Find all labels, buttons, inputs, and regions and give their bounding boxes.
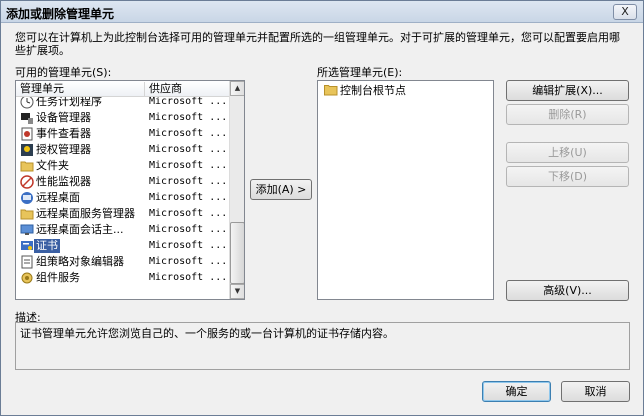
snapin-vendor: Microsoft ... — [149, 272, 228, 283]
intro-text: 您可以在计算机上为此控制台选择可用的管理单元并配置所选的一组管理单元。对于可扩展… — [15, 31, 620, 57]
column-header-vendor[interactable]: 供应商 — [145, 82, 230, 96]
folder-icon — [324, 85, 338, 96]
ok-button[interactable]: 确定 — [482, 381, 551, 402]
snapin-vendor: Microsoft ... — [149, 144, 228, 155]
scroll-down-icon[interactable]: ▼ — [230, 284, 244, 299]
window-title: 添加或删除管理单元 — [6, 7, 115, 21]
move-up-button[interactable]: 上移(U) — [506, 142, 629, 163]
snapin-name: 任务计划程序 — [36, 95, 102, 108]
add-remove-snapins-dialog: 添加或删除管理单元 X 您可以在计算机上为此控制台选择可用的管理单元并配置所选的… — [0, 0, 644, 416]
group-policy-icon — [21, 255, 33, 269]
snapin-row-device-manager[interactable]: 设备管理器 Microsoft ... — [16, 110, 230, 126]
advanced-button[interactable]: 高级(V)... — [506, 280, 629, 301]
selected-snapins-list[interactable]: 控制台根节点 — [317, 80, 494, 300]
snapin-name: 性能监视器 — [36, 175, 91, 188]
snapin-vendor: Microsoft ... — [149, 112, 228, 123]
list-header: 管理单元 供应商 — [16, 81, 230, 97]
snapin-row-group-policy[interactable]: 组策略对象编辑器 Microsoft ... — [16, 254, 230, 270]
add-button[interactable]: 添加(A) > — [250, 179, 312, 200]
snapin-name: 设备管理器 — [36, 111, 91, 124]
snapin-row-remote-desktop[interactable]: 远程桌面 Microsoft ... — [16, 190, 230, 206]
edit-extensions-button[interactable]: 编辑扩展(X)... — [506, 80, 629, 101]
scroll-up-icon[interactable]: ▲ — [230, 81, 244, 96]
snapin-name: 远程桌面会话主... — [36, 223, 124, 236]
snapin-row-folder[interactable]: 文件夹 Microsoft ... — [16, 158, 230, 174]
scroll-thumb[interactable] — [230, 222, 244, 284]
snapin-row-authorization-manager[interactable]: 授权管理器 Microsoft ... — [16, 142, 230, 158]
selected-snapins-label: 所选管理单元(E): — [317, 66, 403, 79]
certificate-icon — [21, 241, 33, 250]
snapin-vendor: Microsoft ... — [149, 256, 228, 267]
snapin-vendor: Microsoft ... — [149, 160, 228, 171]
snapin-name: 文件夹 — [36, 159, 69, 172]
event-viewer-icon — [21, 127, 33, 141]
snapin-vendor: Microsoft ... — [149, 96, 228, 107]
vertical-scrollbar[interactable]: ▲ ▼ — [229, 81, 244, 299]
description-text: 证书管理单元允许您浏览自己的、一个服务的或一台计算机的证书存储内容。 — [20, 327, 394, 340]
snapin-row-component-services[interactable]: 组件服务 Microsoft ... — [16, 270, 230, 286]
authorization-manager-icon — [21, 144, 33, 156]
move-down-button[interactable]: 下移(D) — [506, 166, 629, 187]
available-snapins-label: 可用的管理单元(S): — [15, 66, 112, 79]
snapin-vendor: Microsoft ... — [149, 192, 228, 203]
snapin-vendor: Microsoft ... — [149, 224, 228, 235]
snapin-row-event-viewer[interactable]: 事件查看器 Microsoft ... — [16, 126, 230, 142]
available-snapins-list[interactable]: 任务计划程序 Microsoft ... 设备管理器 Microsoft ...… — [15, 80, 245, 300]
folder-icon — [20, 161, 34, 172]
snapin-row-remote-desktop-services-manager[interactable]: 远程桌面服务管理器 Microsoft ... — [16, 206, 230, 222]
remote-desktop-icon — [21, 192, 33, 204]
cancel-button[interactable]: 取消 — [561, 381, 630, 402]
component-services-icon — [21, 272, 33, 284]
snapin-name: 组策略对象编辑器 — [36, 255, 124, 268]
snapin-row-performance-monitor[interactable]: 性能监视器 Microsoft ... — [16, 174, 230, 190]
snapin-vendor: Microsoft ... — [149, 128, 228, 139]
snapin-vendor: Microsoft ... — [149, 240, 228, 251]
close-button[interactable]: X — [613, 4, 637, 20]
console-root-label: 控制台根节点 — [340, 84, 406, 97]
performance-monitor-icon — [20, 175, 34, 189]
folder-icon — [20, 209, 34, 220]
snapin-rows: 任务计划程序 Microsoft ... 设备管理器 Microsoft ...… — [16, 94, 230, 286]
snapin-name: 授权管理器 — [36, 143, 91, 156]
snapin-name: 证书 — [34, 239, 60, 253]
snapin-name: 组件服务 — [36, 271, 80, 284]
snapin-name: 远程桌面 — [36, 191, 80, 204]
device-manager-icon — [21, 113, 33, 124]
session-host-icon — [20, 224, 34, 235]
task-scheduler-icon — [20, 95, 34, 109]
snapin-vendor: Microsoft ... — [149, 176, 228, 187]
remove-button[interactable]: 删除(R) — [506, 104, 629, 125]
snapin-row-certificates[interactable]: 证书 Microsoft ... — [16, 238, 230, 254]
snapin-vendor: Microsoft ... — [149, 208, 228, 219]
description-box: 证书管理单元允许您浏览自己的、一个服务的或一台计算机的证书存储内容。 — [15, 322, 630, 370]
snapin-name: 事件查看器 — [36, 127, 91, 140]
snapin-row-session-host[interactable]: 远程桌面会话主... Microsoft ... — [16, 222, 230, 238]
snapin-name: 远程桌面服务管理器 — [36, 207, 135, 220]
title-bar: 添加或删除管理单元 X — [1, 1, 643, 23]
column-header-snapin[interactable]: 管理单元 — [16, 82, 145, 96]
